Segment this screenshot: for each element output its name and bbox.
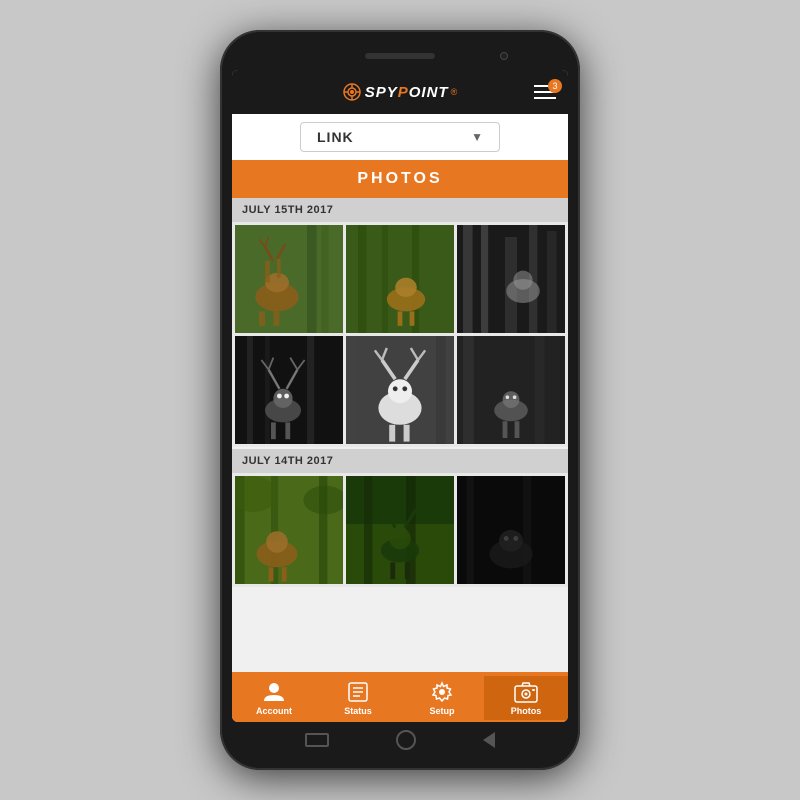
camera-dropdown[interactable]: LINK ▼ (300, 122, 500, 152)
phone-nav-home (396, 730, 416, 750)
date-header-0: JULY 15TH 2017 (232, 198, 568, 222)
phone-screen: SPYPOINT ® 3 LINK ▼ PHOTOS J (232, 70, 568, 722)
photo-grid-0 (232, 222, 568, 447)
app-logo: SPYPOINT ® (343, 83, 458, 101)
phone-bottom-bar (232, 722, 568, 758)
nav-label-photos: Photos (511, 706, 542, 716)
menu-button[interactable]: 3 (534, 85, 556, 99)
photos-icon (514, 680, 538, 704)
photo-item[interactable] (346, 225, 454, 333)
nav-item-account[interactable]: Account (232, 676, 316, 720)
camera-selected-value: LINK (317, 129, 354, 145)
photo-item[interactable] (235, 476, 343, 584)
photo-item[interactable] (346, 476, 454, 584)
nav-item-setup[interactable]: Setup (400, 676, 484, 720)
photo-item[interactable] (235, 225, 343, 333)
logo-text: SPYPOINT (365, 84, 449, 101)
date-section-0: JULY 15TH 2017 (232, 198, 568, 447)
phone-top-bar (232, 42, 568, 70)
phone-speaker (365, 53, 435, 59)
phone-camera (500, 52, 508, 60)
nav-label-account: Account (256, 706, 292, 716)
phone-nav-back (483, 732, 495, 748)
page-title: PHOTOS (357, 170, 442, 187)
nav-label-status: Status (344, 706, 372, 716)
nav-item-status[interactable]: Status (316, 676, 400, 720)
account-icon (262, 680, 286, 704)
photo-item[interactable] (457, 476, 565, 584)
phone-nav-recent (305, 733, 329, 747)
app-header: SPYPOINT ® 3 (232, 70, 568, 114)
camera-selector-bar: LINK ▼ (232, 114, 568, 160)
photo-grid-1 (232, 473, 568, 587)
page-title-bar: PHOTOS (232, 160, 568, 198)
photo-item[interactable] (457, 225, 565, 333)
photo-item[interactable] (346, 336, 454, 444)
status-icon (346, 680, 370, 704)
logo-trademark: ® (451, 87, 458, 97)
phone-frame: SPYPOINT ® 3 LINK ▼ PHOTOS J (220, 30, 580, 770)
date-header-1: JULY 14TH 2017 (232, 449, 568, 473)
bottom-nav: Account Status (232, 672, 568, 722)
logo-icon (343, 83, 361, 101)
photo-item[interactable] (457, 336, 565, 444)
dropdown-arrow-icon: ▼ (471, 130, 483, 144)
nav-item-photos[interactable]: Photos (484, 676, 568, 720)
date-section-1: JULY 14TH 2017 (232, 449, 568, 587)
content-area[interactable]: JULY 15TH 2017 (232, 198, 568, 672)
menu-badge: 3 (548, 79, 562, 93)
setup-icon (430, 680, 454, 704)
nav-label-setup: Setup (429, 706, 454, 716)
photo-item[interactable] (235, 336, 343, 444)
